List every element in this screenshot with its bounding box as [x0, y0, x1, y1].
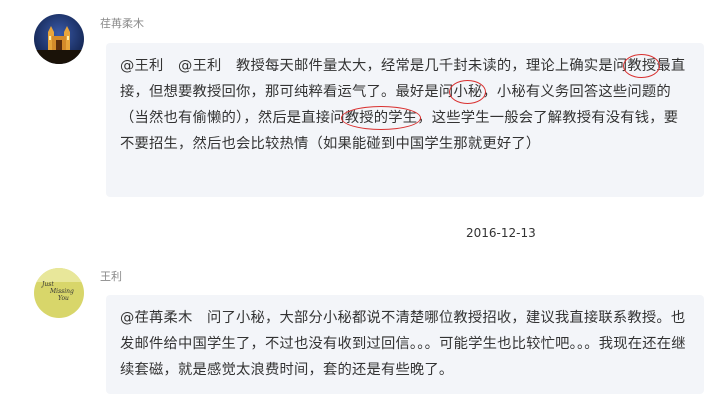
- text-segment: @王利 @王利 教授每天邮件量太大，经常是几千封未读的，理论上确实是问: [120, 58, 628, 74]
- comment-text: @荏苒柔木 问了小秘，大部分小秘都说不清楚哪位教授招收，建议我直接联系教授。也发…: [120, 305, 692, 383]
- yellow-note-avatar[interactable]: Just Missing You: [34, 268, 84, 318]
- avatar-text: Just Missing You: [42, 281, 74, 302]
- circled-text: 教授的学生: [340, 105, 422, 131]
- comment-bubble: @王利 @王利 教授每天邮件量太大，经常是几千封未读的，理论上确实是问教授 最直接…: [106, 43, 704, 197]
- comment-bubble: @荏苒柔木 问了小秘，大部分小秘都说不清楚哪位教授招收，建议我直接联系教授。也发…: [106, 295, 704, 394]
- text-segment: @荏苒柔木 问了小秘，大部分小秘都说不清楚哪位教授招收，建议我直接联系教授。也发…: [120, 310, 686, 378]
- comment-username[interactable]: 荏苒柔木: [100, 15, 144, 31]
- circled-text: 小秘: [449, 79, 487, 105]
- church-night-avatar[interactable]: [34, 14, 84, 64]
- circled-text: 教授: [623, 53, 661, 79]
- comment-username[interactable]: 王利: [100, 268, 122, 284]
- comment-text: @王利 @王利 教授每天邮件量太大，经常是几千封未读的，理论上确实是问教授 最直接…: [120, 53, 692, 157]
- comment-date: 2016-12-13: [466, 226, 536, 240]
